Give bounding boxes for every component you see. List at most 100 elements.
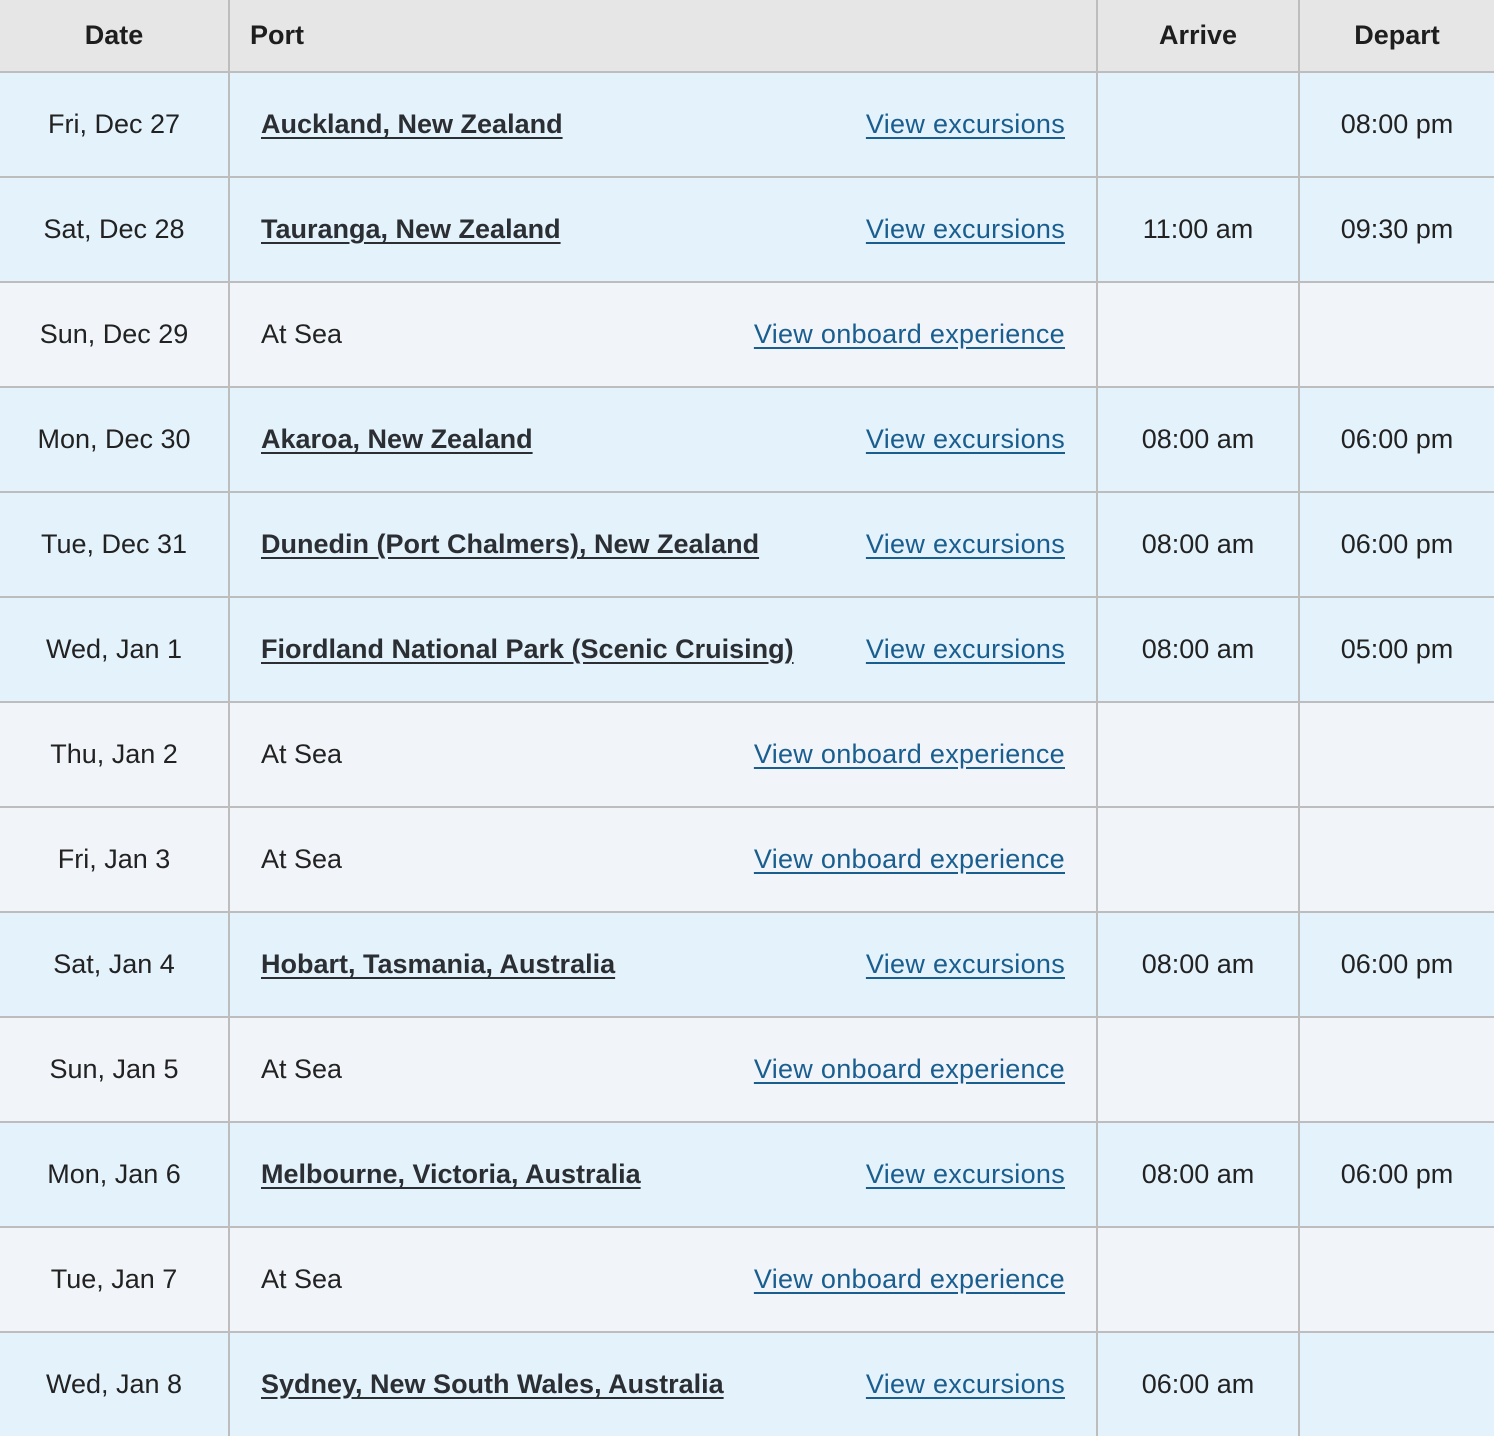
depart-time-cell (1299, 1332, 1494, 1436)
port-name-link[interactable]: Tauranga, New Zealand (261, 214, 561, 245)
itinerary-row: Fri, Jan 3 At Sea View onboard experience (0, 807, 1494, 913)
depart-time-cell: 06:00 pm (1299, 912, 1494, 1018)
port-name-link[interactable]: Sydney, New South Wales, Australia (261, 1369, 724, 1400)
view-excursions-link[interactable]: View excursions (866, 1369, 1065, 1400)
port-cell: Fiordland National Park (Scenic Cruising… (229, 597, 1098, 703)
port-cell-content: Tauranga, New Zealand View excursions (261, 214, 1065, 245)
date-cell: Tue, Dec 31 (0, 492, 230, 598)
itinerary-row: Sun, Jan 5 At Sea View onboard experience (0, 1017, 1494, 1123)
arrive-time-cell: 08:00 am (1097, 1122, 1300, 1228)
depart-time-cell: 08:00 pm (1299, 72, 1494, 178)
arrive-time-cell: 08:00 am (1097, 387, 1300, 493)
depart-time-cell (1299, 807, 1494, 913)
itinerary-table: Date Port Arrive Depart Fri, Dec 27 Auckl… (0, 0, 1494, 1436)
arrive-time-cell (1097, 282, 1300, 388)
at-sea-label: At Sea (261, 1264, 343, 1294)
port-cell: Melbourne, Victoria, Australia View excur… (229, 1122, 1098, 1228)
view-excursions-link[interactable]: View excursions (866, 634, 1065, 665)
view-onboard-experience-link[interactable]: View onboard experience (754, 739, 1065, 770)
date-cell: Sat, Jan 4 (0, 912, 230, 1018)
itinerary-row: Mon, Jan 6 Melbourne, Victoria, Australia… (0, 1122, 1494, 1228)
date-cell: Fri, Dec 27 (0, 72, 230, 178)
date-cell: Sat, Dec 28 (0, 177, 230, 283)
port-cell-content: Fiordland National Park (Scenic Cruising… (261, 634, 1065, 665)
depart-time-cell: 05:00 pm (1299, 597, 1494, 703)
port-column-header: Port (229, 0, 1098, 73)
date-cell: Thu, Jan 2 (0, 702, 230, 808)
view-onboard-experience-link[interactable]: View onboard experience (754, 1264, 1065, 1295)
view-onboard-experience-link[interactable]: View onboard experience (754, 844, 1065, 875)
date-cell: Tue, Jan 7 (0, 1227, 230, 1333)
arrive-time-cell: 08:00 am (1097, 492, 1300, 598)
arrive-time-cell (1097, 1227, 1300, 1333)
view-onboard-experience-link[interactable]: View onboard experience (754, 319, 1065, 350)
view-excursions-link[interactable]: View excursions (866, 529, 1065, 560)
port-cell-content: At Sea View onboard experience (261, 1054, 1065, 1085)
port-name-link[interactable]: Dunedin (Port Chalmers), New Zealand (261, 529, 759, 560)
port-cell-content: Hobart, Tasmania, Australia View excursio… (261, 949, 1065, 980)
port-cell: At Sea View onboard experience (229, 807, 1098, 913)
port-cell-content: At Sea View onboard experience (261, 1264, 1065, 1295)
header-row: Date Port Arrive Depart (0, 0, 1494, 73)
depart-time-cell (1299, 1227, 1494, 1333)
arrive-time-cell: 08:00 am (1097, 597, 1300, 703)
port-cell-content: Melbourne, Victoria, Australia View excur… (261, 1159, 1065, 1190)
arrive-time-cell (1097, 807, 1300, 913)
itinerary-row: Sun, Dec 29 At Sea View onboard experience (0, 282, 1494, 388)
port-cell-content: Akaroa, New Zealand View excursions (261, 424, 1065, 455)
itinerary-header: Date Port Arrive Depart (0, 0, 1494, 73)
port-name-link[interactable]: Hobart, Tasmania, Australia (261, 949, 615, 980)
arrive-time-cell: 11:00 am (1097, 177, 1300, 283)
port-name-link[interactable]: Melbourne, Victoria, Australia (261, 1159, 641, 1190)
port-cell: Hobart, Tasmania, Australia View excursio… (229, 912, 1098, 1018)
port-cell: At Sea View onboard experience (229, 282, 1098, 388)
port-name-link[interactable]: Akaroa, New Zealand (261, 424, 533, 455)
at-sea-label: At Sea (261, 844, 343, 874)
port-cell: Tauranga, New Zealand View excursions (229, 177, 1098, 283)
port-cell: At Sea View onboard experience (229, 1017, 1098, 1123)
view-excursions-link[interactable]: View excursions (866, 1159, 1065, 1190)
view-excursions-link[interactable]: View excursions (866, 109, 1065, 140)
itinerary-row: Wed, Jan 8 Sydney, New South Wales, Austr… (0, 1332, 1494, 1436)
port-cell-content: Dunedin (Port Chalmers), New Zealand View… (261, 529, 1065, 560)
date-cell: Wed, Jan 1 (0, 597, 230, 703)
view-excursions-link[interactable]: View excursions (866, 424, 1065, 455)
itinerary-row: Sat, Jan 4 Hobart, Tasmania, Australia Vie… (0, 912, 1494, 1018)
depart-time-cell (1299, 282, 1494, 388)
port-cell-content: At Sea View onboard experience (261, 319, 1065, 350)
view-excursions-link[interactable]: View excursions (866, 214, 1065, 245)
port-name-link[interactable]: Fiordland National Park (Scenic Cruising… (261, 634, 794, 665)
arrive-time-cell (1097, 1017, 1300, 1123)
port-cell-content: Sydney, New South Wales, Australia View e… (261, 1369, 1065, 1400)
at-sea-label: At Sea (261, 319, 343, 349)
itinerary-row: Tue, Dec 31 Dunedin (Port Chalmers), New … (0, 492, 1494, 598)
port-name-link[interactable]: Auckland, New Zealand (261, 109, 563, 140)
port-cell: At Sea View onboard experience (229, 1227, 1098, 1333)
date-column-header: Date (0, 0, 230, 73)
arrive-time-cell (1097, 702, 1300, 808)
itinerary-body: Fri, Dec 27 Auckland, New Zealand View exc… (0, 72, 1494, 1436)
date-cell: Mon, Jan 6 (0, 1122, 230, 1228)
port-cell-content: At Sea View onboard experience (261, 844, 1065, 875)
port-cell: At Sea View onboard experience (229, 702, 1098, 808)
date-cell: Fri, Jan 3 (0, 807, 230, 913)
arrive-time-cell: 06:00 am (1097, 1332, 1300, 1436)
itinerary-row: Mon, Dec 30 Akaroa, New Zealand View excur… (0, 387, 1494, 493)
depart-time-cell: 09:30 pm (1299, 177, 1494, 283)
at-sea-label: At Sea (261, 739, 343, 769)
port-cell-content: At Sea View onboard experience (261, 739, 1065, 770)
arrive-time-cell (1097, 72, 1300, 178)
port-cell: Sydney, New South Wales, Australia View e… (229, 1332, 1098, 1436)
depart-time-cell: 06:00 pm (1299, 1122, 1494, 1228)
view-onboard-experience-link[interactable]: View onboard experience (754, 1054, 1065, 1085)
depart-time-cell: 06:00 pm (1299, 492, 1494, 598)
date-cell: Wed, Jan 8 (0, 1332, 230, 1436)
itinerary-row: Thu, Jan 2 At Sea View onboard experience (0, 702, 1494, 808)
itinerary-row: Tue, Jan 7 At Sea View onboard experience (0, 1227, 1494, 1333)
port-cell-content: Auckland, New Zealand View excursions (261, 109, 1065, 140)
depart-time-cell (1299, 1017, 1494, 1123)
arrive-time-cell: 08:00 am (1097, 912, 1300, 1018)
arrive-column-header: Arrive (1097, 0, 1300, 73)
view-excursions-link[interactable]: View excursions (866, 949, 1065, 980)
itinerary-row: Fri, Dec 27 Auckland, New Zealand View exc… (0, 72, 1494, 178)
